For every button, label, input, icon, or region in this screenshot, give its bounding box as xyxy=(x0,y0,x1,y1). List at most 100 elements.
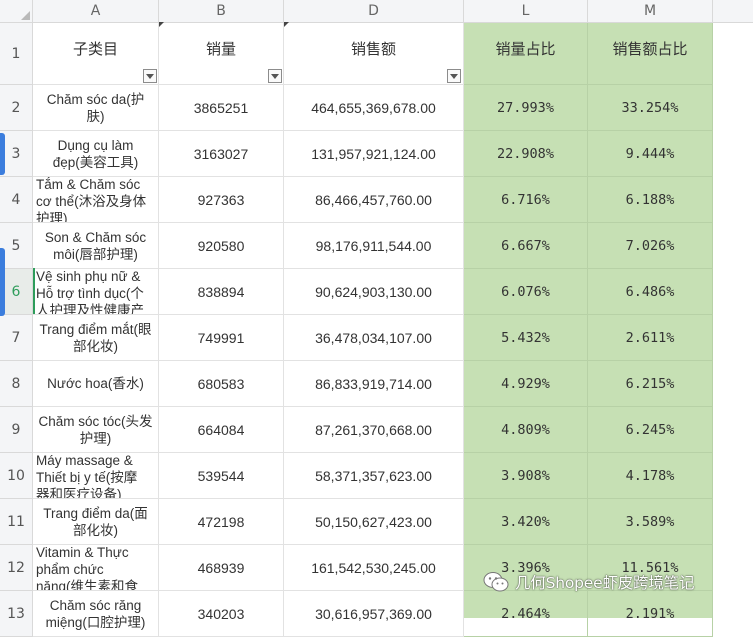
sales-amount-cell[interactable]: 86,833,919,714.00 xyxy=(284,361,464,407)
amount-share-cell[interactable]: 4.178% xyxy=(588,453,713,499)
subcategory-line: 肤) xyxy=(86,108,105,124)
sales-volume-cell[interactable]: 3163027 xyxy=(159,131,284,177)
volume-share-cell[interactable]: 4.929% xyxy=(464,361,588,407)
amount-share-cell[interactable]: 6.486% xyxy=(588,269,713,315)
subcategory-line: Hỗ trợ tình dục(个 xyxy=(36,285,144,301)
sales-amount-cell[interactable]: 30,616,957,369.00 xyxy=(284,591,464,637)
amount-share-cell[interactable]: 7.026% xyxy=(588,223,713,269)
subcategory-line: cơ thể(沐浴及身体 xyxy=(36,193,147,209)
sales-amount-cell[interactable]: 50,150,627,423.00 xyxy=(284,499,464,545)
sales-volume-cell[interactable]: 749991 xyxy=(159,315,284,361)
column-header-b[interactable]: B xyxy=(159,0,284,23)
amount-share-cell[interactable]: 6.215% xyxy=(588,361,713,407)
subcategory-cell[interactable]: Son & Chăm sóc môi(唇部护理) xyxy=(33,223,159,269)
row-header[interactable]: 1 xyxy=(0,23,33,85)
sales-amount-cell[interactable]: 36,478,034,107.00 xyxy=(284,315,464,361)
filter-dropdown-button[interactable] xyxy=(268,69,282,83)
amount-share-cell[interactable]: 6.245% xyxy=(588,407,713,453)
subcategory-line: năng(维生素和食 xyxy=(36,578,139,591)
subcategory-line: Tắm & Chăm sóc xyxy=(36,177,141,192)
header-cell-amount-share[interactable]: 销售额占比 xyxy=(588,23,713,85)
volume-share-cell[interactable]: 4.809% xyxy=(464,407,588,453)
subcategory-line: Vệ sinh phụ nữ & xyxy=(36,269,141,284)
header-cell-volume-share[interactable]: 销量占比 xyxy=(464,23,588,85)
subcategory-cell[interactable]: Nước hoa(香水) xyxy=(33,361,159,407)
volume-share-cell[interactable]: 6.667% xyxy=(464,223,588,269)
volume-share-cell[interactable]: 6.076% xyxy=(464,269,588,315)
side-panel-tab[interactable] xyxy=(0,248,5,316)
filter-dropdown-button[interactable] xyxy=(143,69,157,83)
volume-share-cell[interactable]: 3.420% xyxy=(464,499,588,545)
amount-share-cell[interactable]: 3.589% xyxy=(588,499,713,545)
row-header[interactable]: 9 xyxy=(0,407,33,453)
subcategory-line: 器和医疗设备) xyxy=(36,486,122,499)
column-header-a[interactable]: A xyxy=(33,0,159,23)
amount-share-cell[interactable]: 2.611% xyxy=(588,315,713,361)
sales-volume-cell[interactable]: 539544 xyxy=(159,453,284,499)
row-header[interactable]: 11 xyxy=(0,499,33,545)
sales-amount-cell[interactable]: 464,655,369,678.00 xyxy=(284,85,464,131)
sales-amount-cell[interactable]: 161,542,530,245.00 xyxy=(284,545,464,591)
filter-dropdown-button[interactable] xyxy=(447,69,461,83)
sales-amount-cell[interactable]: 87,261,370,668.00 xyxy=(284,407,464,453)
column-header-l[interactable]: L xyxy=(464,0,588,23)
row-header[interactable]: 13 xyxy=(0,591,33,637)
row-header[interactable]: 8 xyxy=(0,361,33,407)
row-header[interactable]: 12 xyxy=(0,545,33,591)
subcategory-line: Máy massage & xyxy=(36,453,133,468)
amount-share-cell[interactable]: 6.188% xyxy=(588,177,713,223)
subcategory-cell[interactable]: Chăm sóc da(护 肤) xyxy=(33,85,159,131)
sales-amount-cell[interactable]: 131,957,921,124.00 xyxy=(284,131,464,177)
row-header[interactable]: 2 xyxy=(0,85,33,131)
subcategory-cell[interactable]: Vệ sinh phụ nữ & Hỗ trợ tình dục(个 人护理及性健康… xyxy=(33,269,159,315)
sales-volume-cell[interactable]: 472198 xyxy=(159,499,284,545)
volume-share-cell[interactable]: 27.993% xyxy=(464,85,588,131)
volume-share-cell[interactable]: 3.908% xyxy=(464,453,588,499)
amount-share-cell[interactable]: 9.444% xyxy=(588,131,713,177)
sales-amount-cell[interactable]: 98,176,911,544.00 xyxy=(284,223,464,269)
subcategory-line: Dụng cụ làm xyxy=(57,137,134,153)
sales-volume-cell[interactable]: 680583 xyxy=(159,361,284,407)
header-cell-sales-volume[interactable]: 销量 xyxy=(159,23,284,85)
watermark-text: 几何Shopee虾皮跨境笔记 xyxy=(515,574,695,592)
subcategory-line: miệng(口腔护理) xyxy=(45,614,146,630)
sales-volume-cell[interactable]: 838894 xyxy=(159,269,284,315)
sales-volume-cell[interactable]: 340203 xyxy=(159,591,284,637)
sales-volume-cell[interactable]: 3865251 xyxy=(159,85,284,131)
amount-share-cell[interactable]: 33.254% xyxy=(588,85,713,131)
volume-share-cell[interactable]: 5.432% xyxy=(464,315,588,361)
row-header[interactable]: 10 xyxy=(0,453,33,499)
subcategory-line: Chăm sóc da(护 xyxy=(46,91,145,107)
subcategory-cell[interactable]: Chăm sóc tóc(头发 护理) xyxy=(33,407,159,453)
volume-share-cell[interactable]: 2.464% xyxy=(464,591,588,637)
subcategory-line: Son & Chăm sóc xyxy=(44,229,147,245)
header-cell-sales-amount[interactable]: 销售额 xyxy=(284,23,464,85)
subcategory-cell[interactable]: Trang điểm mắt(眼 部化妆) xyxy=(33,315,159,361)
header-cell-subcategory[interactable]: 子类目 xyxy=(33,23,159,85)
row-header[interactable]: 7 xyxy=(0,315,33,361)
subcategory-cell[interactable]: Trang điểm da(面 部化妆) xyxy=(33,499,159,545)
amount-share-cell[interactable]: 2.191% xyxy=(588,591,713,637)
select-all-corner[interactable] xyxy=(0,0,33,23)
side-panel-tab[interactable] xyxy=(0,133,5,175)
subcategory-cell[interactable]: Dụng cụ làm đẹp(美容工具) xyxy=(33,131,159,177)
row-header[interactable]: 4 xyxy=(0,177,33,223)
volume-share-cell[interactable]: 6.716% xyxy=(464,177,588,223)
subcategory-line: 部化妆) xyxy=(73,338,118,354)
column-header-m[interactable]: M xyxy=(588,0,713,23)
sales-amount-cell[interactable]: 86,466,457,760.00 xyxy=(284,177,464,223)
sales-volume-cell[interactable]: 920580 xyxy=(159,223,284,269)
subcategory-cell[interactable]: Chăm sóc răng miệng(口腔护理) xyxy=(33,591,159,637)
sales-amount-cell[interactable]: 58,371,357,623.00 xyxy=(284,453,464,499)
sales-volume-cell[interactable]: 927363 xyxy=(159,177,284,223)
subcategory-line: Nước hoa(香水) xyxy=(47,376,144,391)
sales-volume-cell[interactable]: 664084 xyxy=(159,407,284,453)
volume-share-cell[interactable]: 22.908% xyxy=(464,131,588,177)
subcategory-cell[interactable]: Máy massage & Thiết bị y tế(按摩 器和医疗设备) xyxy=(33,453,159,499)
sales-volume-cell[interactable]: 468939 xyxy=(159,545,284,591)
column-header-d[interactable]: D xyxy=(284,0,464,23)
sales-amount-cell[interactable]: 90,624,903,130.00 xyxy=(284,269,464,315)
subcategory-line: 护理) xyxy=(79,430,112,446)
subcategory-cell[interactable]: Vitamin & Thực phẩm chức năng(维生素和食 xyxy=(33,545,159,591)
subcategory-cell[interactable]: Tắm & Chăm sóc cơ thể(沐浴及身体 护理) xyxy=(33,177,159,223)
